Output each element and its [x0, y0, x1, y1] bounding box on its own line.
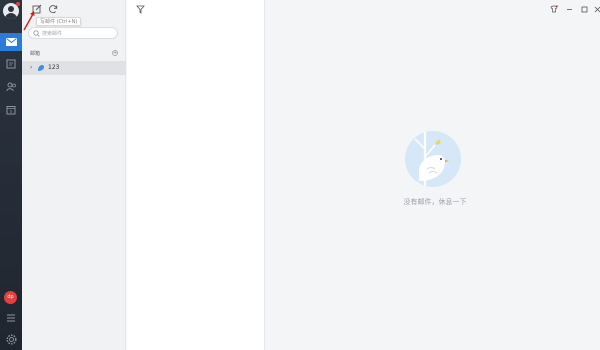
minimize-button[interactable] — [564, 4, 574, 14]
nav-mail[interactable] — [0, 33, 22, 51]
mail-list — [127, 0, 265, 350]
bird-illustration-icon — [405, 131, 461, 187]
search-box[interactable] — [28, 27, 118, 39]
nav-calendar[interactable] — [0, 101, 22, 119]
nav-menu[interactable] — [0, 309, 22, 327]
compose-tooltip: 写邮件 (Ctrl+N) — [36, 17, 82, 26]
shirt-icon — [550, 5, 558, 13]
close-icon — [594, 6, 600, 12]
account-name: 123 — [48, 64, 60, 71]
mailbox-section-label: 邮箱 — [30, 51, 41, 57]
menu-icon — [7, 314, 15, 322]
chevron-right-icon[interactable]: › — [30, 64, 32, 71]
close-button[interactable] — [592, 4, 600, 14]
skin-button[interactable] — [549, 4, 559, 14]
notes-icon — [6, 59, 16, 69]
contacts-icon — [5, 82, 16, 92]
filter-icon[interactable] — [136, 5, 145, 14]
empty-state-illustration — [405, 131, 461, 187]
nav-notes[interactable] — [0, 55, 22, 73]
left-rail: dp — [0, 0, 22, 350]
notification-dot — [16, 2, 20, 6]
search-input[interactable] — [42, 29, 114, 38]
add-account-button[interactable]: + — [112, 50, 118, 56]
account-bird-icon — [38, 65, 44, 71]
mail-icon — [5, 38, 17, 46]
calendar-icon — [6, 106, 16, 115]
empty-state-text: 没有邮件，休息一下 — [403, 198, 467, 206]
nav-contacts[interactable] — [0, 78, 22, 96]
app-badge-icon[interactable]: dp — [4, 291, 17, 304]
nav-settings[interactable] — [0, 330, 22, 348]
maximize-icon — [581, 6, 587, 12]
maximize-button[interactable] — [579, 4, 589, 14]
gear-icon — [5, 333, 17, 345]
refresh-icon — [49, 5, 58, 14]
annotation-arrow — [23, 11, 35, 31]
minimize-icon — [566, 8, 572, 10]
refresh-button[interactable] — [48, 4, 58, 14]
account-row[interactable]: › 123 — [22, 61, 126, 75]
